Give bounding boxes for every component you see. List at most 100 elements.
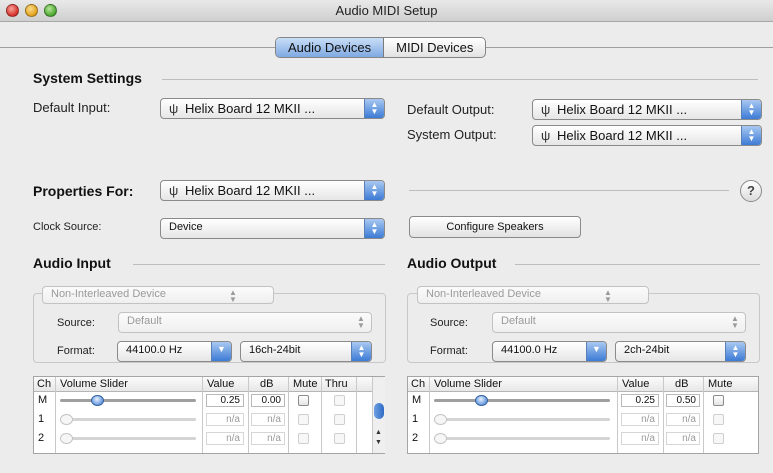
audio-input-mode-popup[interactable]: Non-Interleaved Device ▲ ▼: [42, 286, 274, 304]
volume-slider-track[interactable]: [434, 399, 610, 402]
audio-output-rate-popup[interactable]: 44100.0 Hz ▼: [492, 341, 607, 362]
db-value-field[interactable]: n/a: [666, 413, 700, 426]
channel-label: 2: [412, 432, 419, 444]
system-output-popup[interactable]: ψ Helix Board 12 MKII ... ▲ ▼: [532, 125, 762, 146]
audio-input-title: Audio Input: [33, 255, 111, 271]
device-icon: ψ: [169, 183, 179, 198]
chevron-down-icon: ▼: [586, 342, 606, 361]
properties-device-popup[interactable]: ψ Helix Board 12 MKII ... ▲ ▼: [160, 180, 385, 201]
volume-value-field[interactable]: 0.25: [206, 394, 244, 407]
section-divider: [133, 264, 385, 265]
audio-output-bits-value: 2ch-24bit: [624, 344, 670, 356]
updown-arrows-icon: ▲ ▼: [364, 181, 384, 200]
thru-checkbox[interactable]: [334, 414, 345, 425]
channel-row: 1 n/a n/a: [34, 412, 372, 427]
audio-output-format-label: Format:: [430, 345, 468, 357]
updown-arrows-icon: ▲ ▼: [364, 99, 384, 118]
audio-input-bits-value: 16ch-24bit: [249, 344, 301, 356]
properties-device-value: Helix Board 12 MKII ...: [185, 183, 316, 198]
channel-row: 1 n/a n/a: [408, 412, 758, 427]
column-header-db: dB: [260, 378, 274, 390]
default-output-value: Helix Board 12 MKII ...: [557, 102, 688, 117]
audio-input-mode-value: Non-Interleaved Device: [51, 288, 166, 300]
db-value-field[interactable]: n/a: [666, 432, 700, 445]
audio-input-scrollbar[interactable]: ▲ ▼: [372, 377, 385, 453]
volume-value-field[interactable]: n/a: [621, 432, 659, 445]
system-output-value: Helix Board 12 MKII ...: [557, 128, 688, 143]
chevron-down-icon: ▼: [211, 342, 231, 361]
db-value-field[interactable]: 0.00: [251, 394, 285, 407]
help-button[interactable]: ?: [740, 180, 762, 202]
volume-slider-knob[interactable]: [90, 395, 104, 406]
volume-slider-track[interactable]: [60, 399, 196, 402]
volume-value-field[interactable]: 0.25: [621, 394, 659, 407]
column-header-thru: Thru: [325, 378, 348, 390]
db-value-field[interactable]: 0.50: [666, 394, 700, 407]
volume-slider-track[interactable]: [60, 418, 196, 421]
scroll-down-arrow-icon[interactable]: ▼: [375, 439, 382, 446]
audio-input-bits-popup[interactable]: 16ch-24bit ▲ ▼: [240, 341, 372, 362]
channel-row: 2 n/a n/a: [34, 431, 372, 446]
column-header-value: Value: [207, 378, 235, 390]
updown-arrows-icon: ▲ ▼: [357, 314, 365, 330]
column-header-db: dB: [675, 378, 689, 390]
audio-output-mode-value: Non-Interleaved Device: [426, 288, 541, 300]
mute-checkbox[interactable]: [298, 433, 309, 444]
volume-value-field[interactable]: n/a: [206, 432, 244, 445]
clock-source-label: Clock Source:: [33, 221, 102, 233]
db-value-field[interactable]: n/a: [251, 413, 285, 426]
volume-value-field[interactable]: n/a: [206, 413, 244, 426]
scroll-up-arrow-icon[interactable]: ▲: [375, 429, 382, 436]
audio-input-rate-value: 44100.0 Hz: [126, 344, 183, 356]
audio-output-bits-popup[interactable]: 2ch-24bit ▲ ▼: [615, 341, 746, 362]
volume-slider-knob[interactable]: [474, 395, 488, 406]
mute-checkbox[interactable]: [713, 433, 724, 444]
table-header: Ch Volume Slider Value dB Mute: [408, 377, 758, 392]
audio-output-source-popup[interactable]: Default ▲ ▼: [492, 312, 746, 333]
audio-input-source-value: Default: [127, 315, 162, 327]
clock-source-popup[interactable]: Device ▲ ▼: [160, 218, 385, 239]
device-icon: ψ: [169, 101, 179, 116]
volume-value-field[interactable]: n/a: [621, 413, 659, 426]
configure-speakers-button[interactable]: Configure Speakers: [409, 216, 581, 238]
volume-slider-knob[interactable]: [60, 414, 73, 425]
audio-input-format-label: Format:: [57, 345, 95, 357]
updown-arrows-icon: ▲ ▼: [725, 342, 745, 361]
mute-checkbox[interactable]: [298, 395, 309, 406]
clock-source-value: Device: [169, 221, 203, 233]
updown-arrows-icon: ▲ ▼: [741, 126, 761, 145]
default-input-popup[interactable]: ψ Helix Board 12 MKII ... ▲ ▼: [160, 98, 385, 119]
tab-audio-devices[interactable]: Audio Devices: [276, 38, 385, 57]
updown-arrows-icon: ▲ ▼: [364, 219, 384, 238]
thru-checkbox[interactable]: [334, 433, 345, 444]
default-output-popup[interactable]: ψ Helix Board 12 MKII ... ▲ ▼: [532, 99, 762, 120]
volume-slider-knob[interactable]: [60, 433, 73, 444]
scrollbar-thumb[interactable]: [374, 403, 384, 419]
default-input-value: Helix Board 12 MKII ...: [185, 101, 316, 116]
thru-checkbox[interactable]: [334, 395, 345, 406]
channel-label: 1: [38, 413, 45, 425]
tab-midi-devices[interactable]: MIDI Devices: [384, 38, 485, 57]
volume-slider-track[interactable]: [434, 437, 610, 440]
updown-arrows-icon: ▲ ▼: [229, 288, 237, 304]
volume-slider-track[interactable]: [60, 437, 196, 440]
system-output-label: System Output:: [407, 127, 497, 142]
volume-slider-track[interactable]: [434, 418, 610, 421]
column-header-ch: Ch: [37, 378, 52, 390]
mute-checkbox[interactable]: [713, 414, 724, 425]
channel-label: 1: [412, 413, 419, 425]
channel-row: 2 n/a n/a: [408, 431, 758, 446]
audio-input-source-popup[interactable]: Default ▲ ▼: [118, 312, 372, 333]
volume-slider-knob[interactable]: [434, 414, 447, 425]
audio-output-rate-value: 44100.0 Hz: [501, 344, 558, 356]
mute-checkbox[interactable]: [713, 395, 724, 406]
updown-arrows-icon: ▲ ▼: [741, 100, 761, 119]
audio-output-mode-popup[interactable]: Non-Interleaved Device ▲ ▼: [417, 286, 649, 304]
default-input-label: Default Input:: [33, 100, 111, 115]
db-value-field[interactable]: n/a: [251, 432, 285, 445]
volume-slider-knob[interactable]: [434, 433, 447, 444]
mute-checkbox[interactable]: [298, 414, 309, 425]
updown-arrows-icon: ▲ ▼: [731, 314, 739, 330]
column-header-value: Value: [622, 378, 650, 390]
audio-input-rate-popup[interactable]: 44100.0 Hz ▼: [117, 341, 232, 362]
